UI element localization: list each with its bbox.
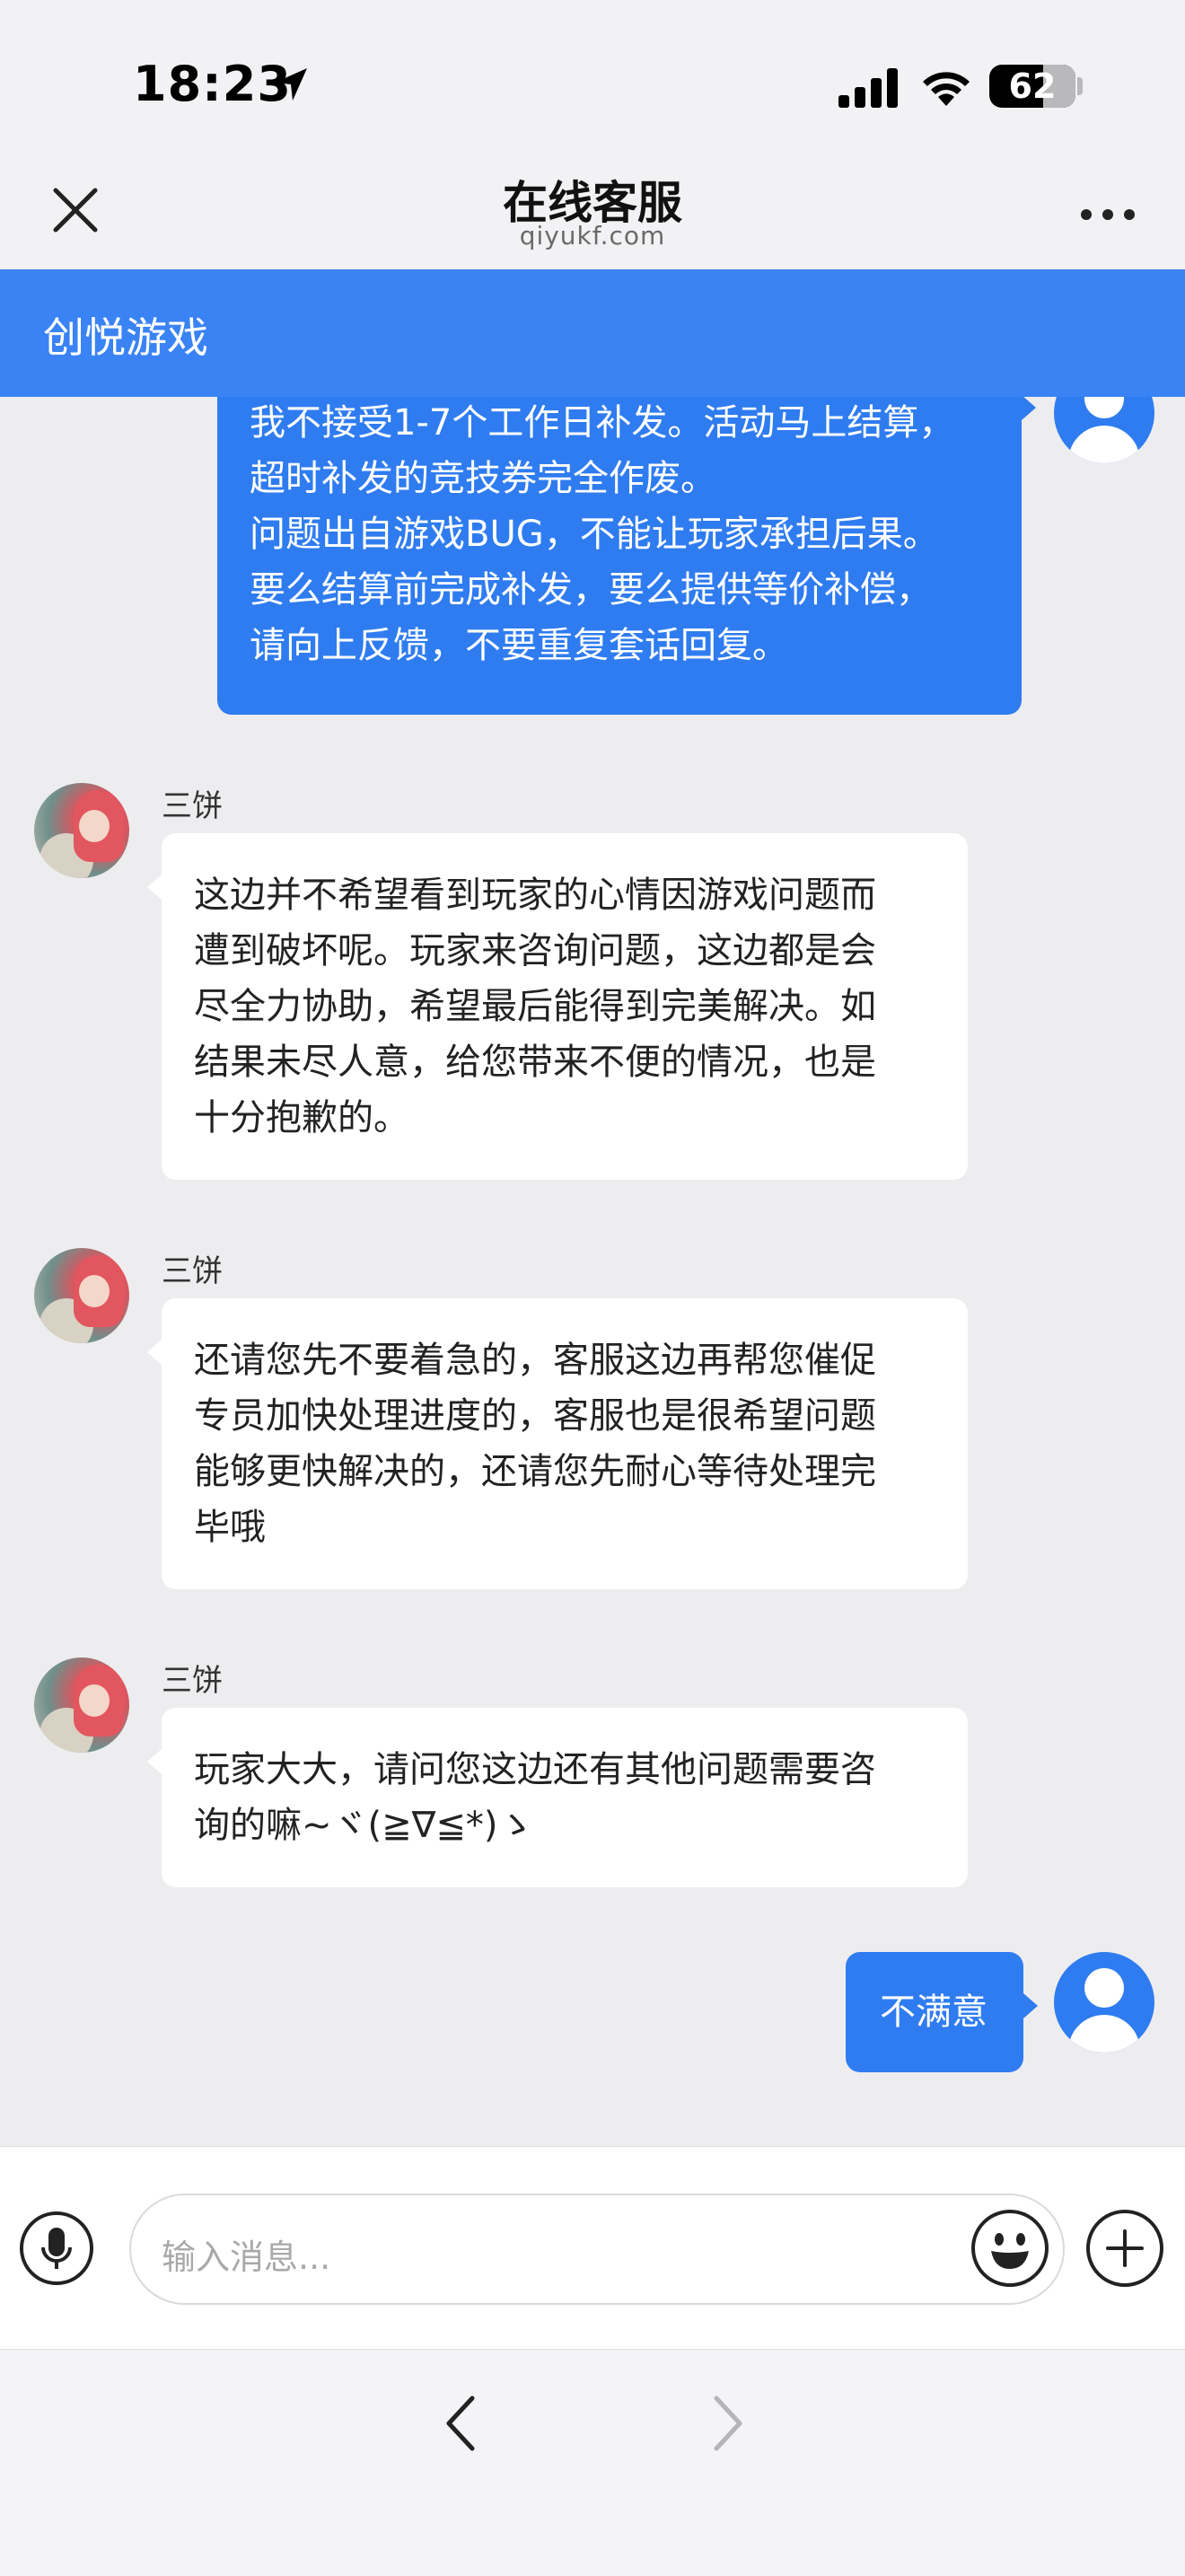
- agent-avatar: [34, 783, 129, 878]
- microphone-icon: [41, 2228, 72, 2269]
- bubble-tail: [147, 1340, 162, 1365]
- message-input-placeholder: 输入消息...: [162, 2238, 331, 2277]
- battery-indicator: 62: [989, 65, 1075, 108]
- attachment-button[interactable]: [1086, 2210, 1163, 2287]
- status-bar: 18:23 62: [0, 0, 1185, 162]
- user-message-bubble: 我不接受1-7个工作日补发。活动马上结算， 超时补发的竞技券完全作废。 问题出自…: [217, 397, 1022, 715]
- agent-name: 三饼: [162, 1253, 223, 1289]
- avatar-body: [1068, 426, 1140, 463]
- message-line: 毕哦: [194, 1507, 266, 1548]
- emoji-button[interactable]: [971, 2210, 1049, 2287]
- message-input[interactable]: 输入消息...: [129, 2194, 1065, 2305]
- cellular-signal-icon: [838, 68, 898, 108]
- message-line: 要么结算前完成补发，要么提供等价补偿，: [250, 569, 932, 611]
- message-line: 不满意: [880, 1991, 988, 2033]
- emoji-icon: [991, 2233, 1029, 2269]
- message-input-bar: 输入消息...: [0, 2146, 1185, 2350]
- user-message-bubble: 不满意: [846, 1952, 1023, 2072]
- agent-message-bubble: 这边并不希望看到玩家的心情因游戏问题而 遭到破坏呢。玩家来咨询问题，这边都是会 …: [162, 833, 968, 1180]
- avatar-head: [1084, 397, 1124, 418]
- battery-level-text: 62: [1008, 66, 1057, 106]
- page-domain: qiyukf.com: [519, 221, 666, 251]
- message-line: 我不接受1-7个工作日补发。活动马上结算，: [250, 402, 955, 444]
- more-dot: [1081, 209, 1092, 220]
- bubble-tail: [147, 875, 162, 900]
- wifi-icon: [923, 72, 970, 106]
- avatar-body: [1068, 2015, 1140, 2053]
- message-line: 还请您先不要着急的，客服这边再帮您催促: [194, 1340, 876, 1381]
- avatar-face: [79, 1684, 110, 1717]
- location-arrow-icon: [275, 68, 307, 101]
- message-line: 遭到破坏呢。玩家来咨询问题，这边都是会: [194, 930, 876, 971]
- avatar-face: [79, 810, 110, 842]
- message-line: 请向上反馈，不要重复套话回复。: [250, 625, 788, 666]
- battery-nub: [1077, 77, 1083, 95]
- agent-name: 三饼: [162, 1663, 223, 1699]
- browser-toolbar: [0, 2349, 1185, 2576]
- nav-bar: 在线客服 qiyukf.com: [0, 162, 1185, 269]
- chat-area[interactable]: 我不接受1-7个工作日补发。活动马上结算， 超时补发的竞技券完全作废。 问题出自…: [0, 397, 1185, 2146]
- voice-input-button[interactable]: [20, 2211, 93, 2285]
- chevron-left-icon[interactable]: [434, 2389, 488, 2457]
- message-line: 十分抱歉的。: [194, 1097, 409, 1139]
- message-line: 玩家大大，请问您这边还有其他问题需要咨: [194, 1749, 876, 1790]
- more-dot: [1102, 209, 1113, 220]
- avatar-face: [79, 1275, 110, 1307]
- message-line: 问题出自游戏BUG，不能让玩家承担后果。: [250, 514, 939, 555]
- status-time: 18:23: [133, 56, 292, 112]
- brand-name: 创悦游戏: [43, 313, 208, 362]
- avatar-head: [1084, 1968, 1124, 2008]
- bubble-tail: [147, 1749, 162, 1774]
- message-line: 尽全力协助，希望最后能得到完美解决。如: [194, 986, 876, 1027]
- message-line: 能够更快解决的，还请您先耐心等待处理完: [194, 1451, 876, 1492]
- more-dot: [1124, 209, 1135, 220]
- bubble-tail: [1023, 1993, 1038, 2018]
- bubble-tail: [1022, 397, 1036, 420]
- plus-icon: [1106, 2229, 1144, 2267]
- agent-avatar: [34, 1248, 129, 1343]
- agent-name: 三饼: [162, 788, 223, 824]
- brand-header: 创悦游戏: [0, 269, 1185, 397]
- message-line: 询的嘛~ヾ(≧∇≦*)ゝ: [194, 1805, 534, 1846]
- agent-message-bubble: 玩家大大，请问您这边还有其他问题需要咨 询的嘛~ヾ(≧∇≦*)ゝ: [162, 1708, 968, 1887]
- user-avatar: [1054, 397, 1154, 463]
- chevron-right-icon[interactable]: [700, 2389, 754, 2457]
- user-avatar: [1054, 1952, 1154, 2053]
- more-icon[interactable]: [1077, 201, 1140, 228]
- message-line: 超时补发的竞技券完全作废。: [250, 458, 716, 499]
- message-line: 专员加快处理进度的，客服也是很希望问题: [194, 1395, 876, 1437]
- agent-message-bubble: 还请您先不要着急的，客服这边再帮您催促 专员加快处理进度的，客服也是很希望问题 …: [162, 1298, 968, 1589]
- agent-avatar: [34, 1657, 129, 1753]
- message-line: 这边并不希望看到玩家的心情因游戏问题而: [194, 875, 876, 916]
- message-line: 结果未尽人意，给您带来不便的情况，也是: [194, 1042, 876, 1083]
